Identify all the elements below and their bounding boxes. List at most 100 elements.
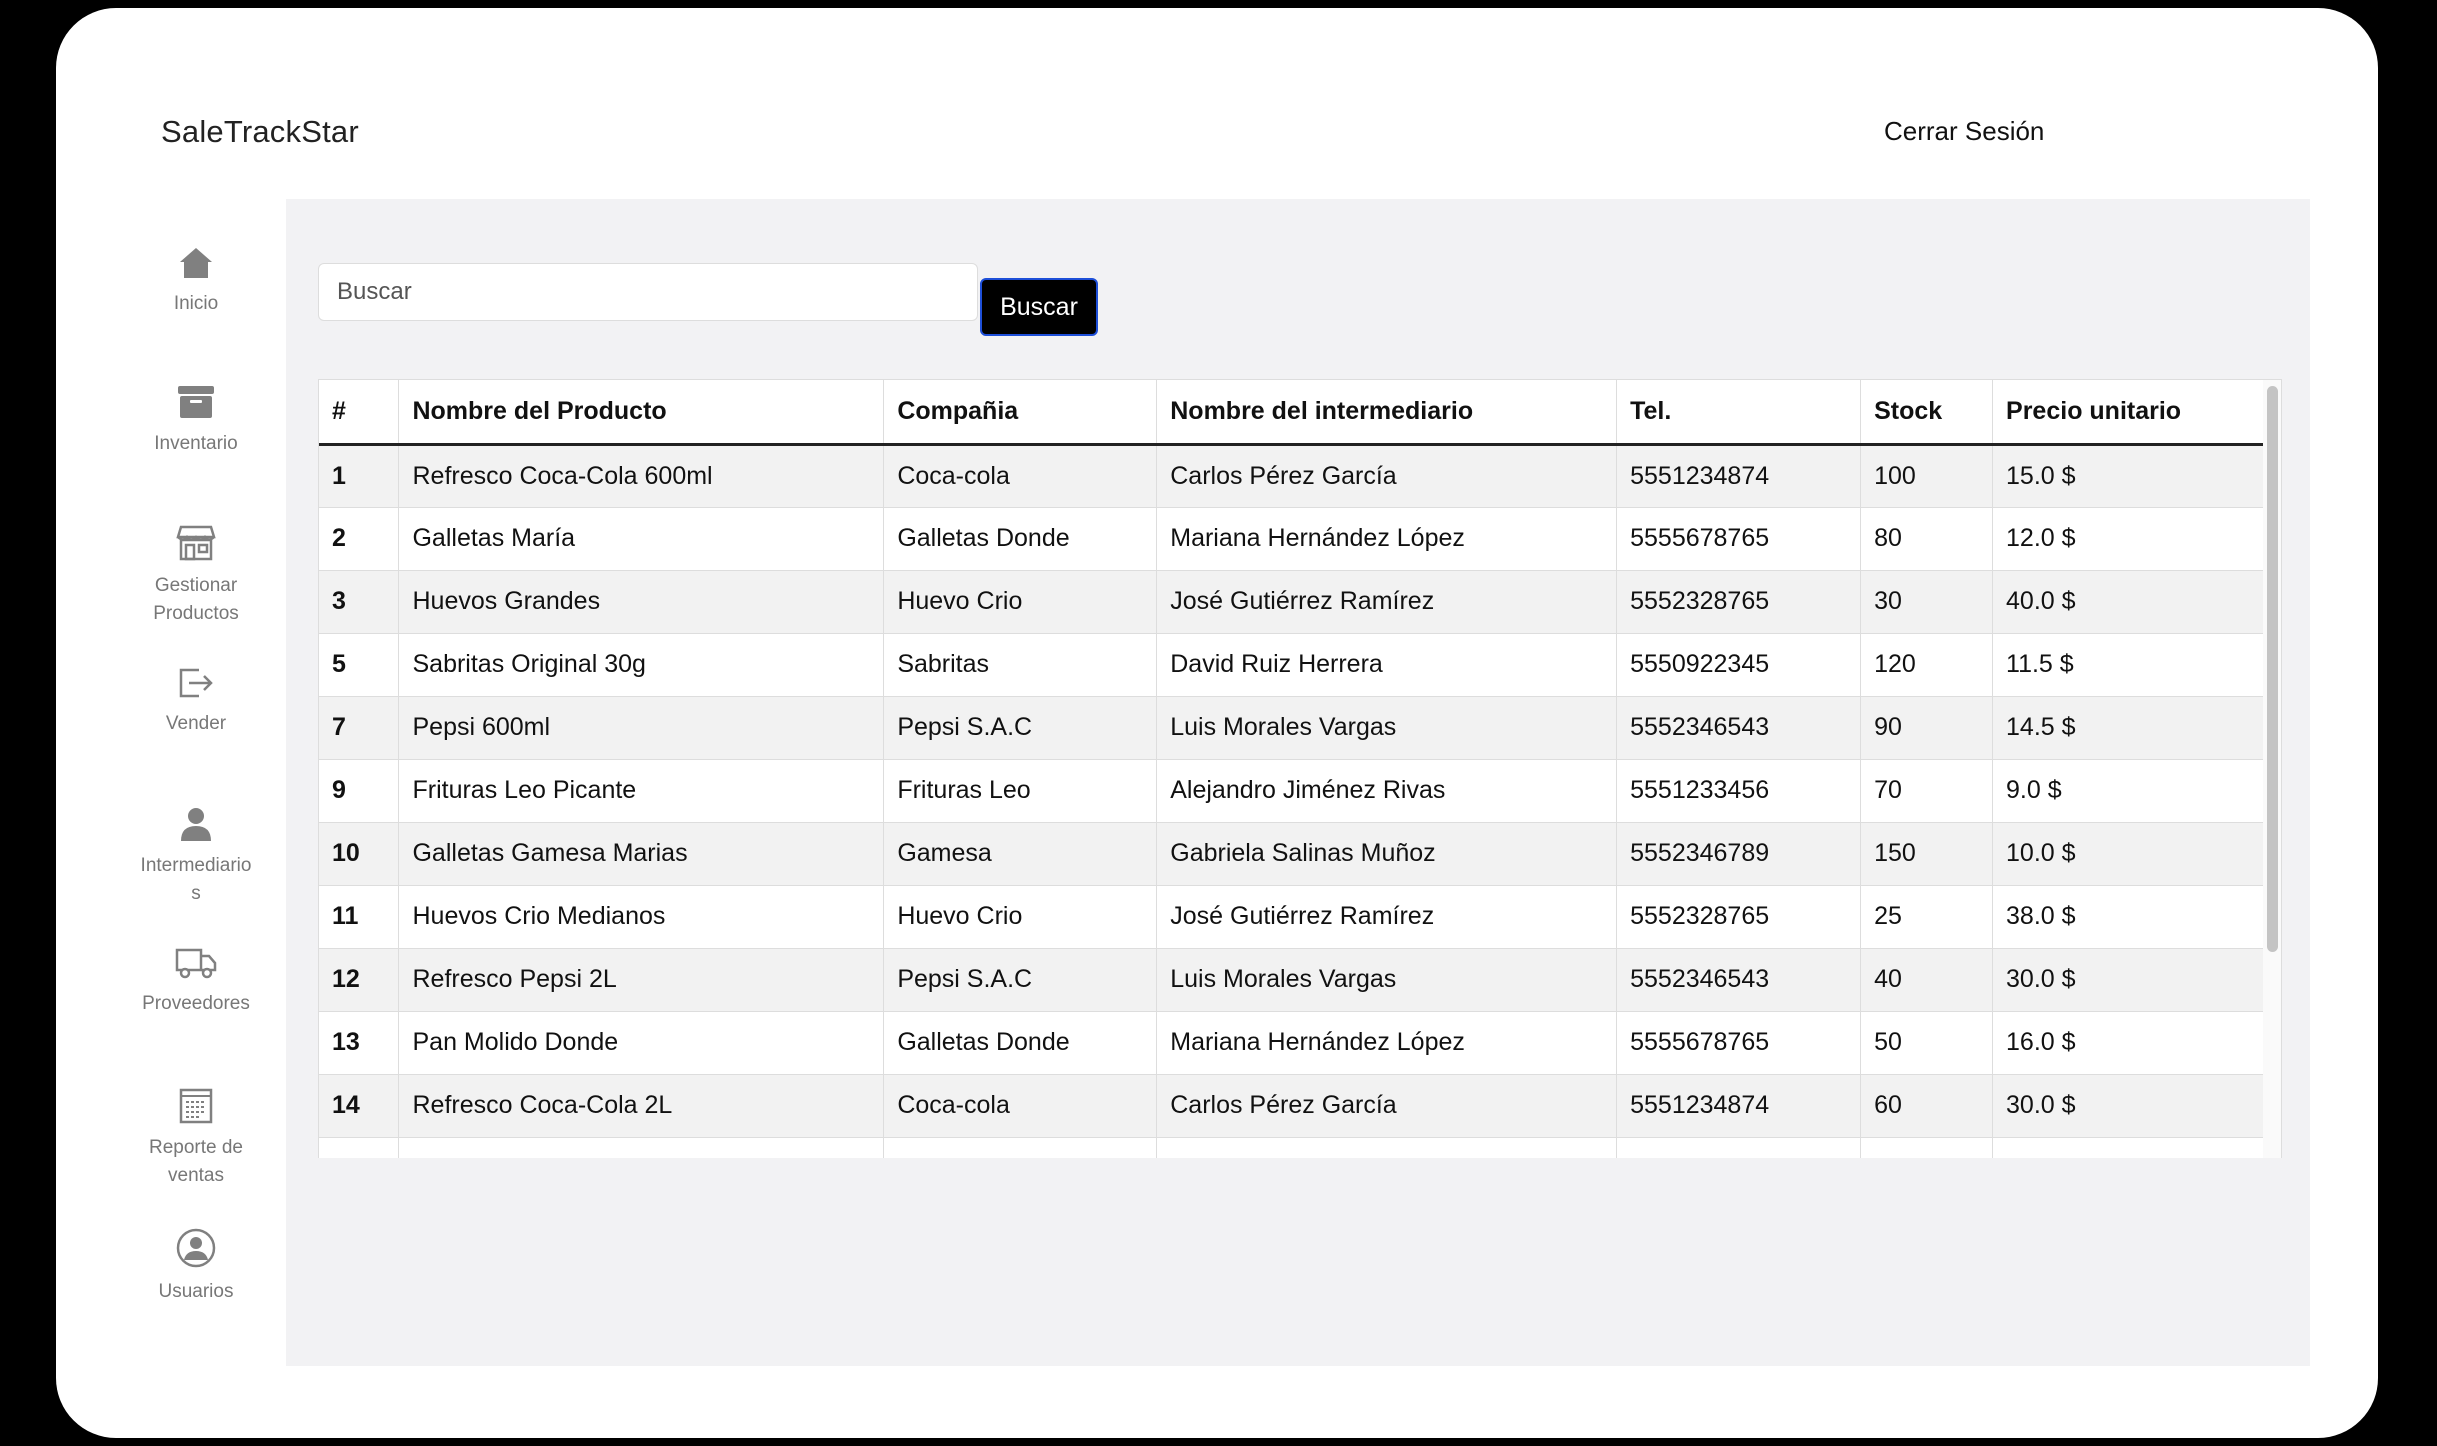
main-content: Buscar # Nombre del Producto Compañia No…: [286, 199, 2310, 1366]
cell-number: 14: [319, 1074, 400, 1138]
search-input[interactable]: [318, 263, 978, 321]
cell-empty: [398, 1137, 885, 1158]
sidebar-item-label: Proveedores: [142, 993, 250, 1014]
sidebar-item-label: Reporte de ventas: [148, 1137, 243, 1186]
cell-product-name: Huevos Grandes: [398, 570, 885, 634]
cell-product-name: Galletas María: [398, 507, 885, 571]
cell-intermediary: Mariana Hernández López: [1156, 1011, 1618, 1075]
cell-number: 7: [319, 696, 400, 760]
table-row[interactable]: 2 Galletas María Galletas Donde Mariana Her…: [319, 507, 2274, 571]
cell-unit-price: 11.5 $: [1992, 633, 2274, 697]
cell-company: Pepsi S.A.C: [883, 948, 1158, 1012]
cell-intermediary: Luis Morales Vargas: [1156, 948, 1618, 1012]
cell-product-name: Sabritas Original 30g: [398, 633, 885, 697]
cell-company: Galletas Donde: [883, 507, 1158, 571]
table-row[interactable]: 9 Frituras Leo Picante Frituras Leo Alejand…: [319, 759, 2274, 823]
scrollbar-thumb[interactable]: [2267, 386, 2278, 952]
table-row[interactable]: 5 Sabritas Original 30g Sabritas David Ruiz…: [319, 633, 2274, 697]
cell-phone: 5552328765: [1616, 570, 1862, 634]
sidebar-item-usuarios[interactable]: Usuarios: [96, 1228, 296, 1306]
table-row[interactable]: 3 Huevos Grandes Huevo Crio José Gutiérrez …: [319, 570, 2274, 634]
sidebar-item-intermediarios[interactable]: Intermediarios: [96, 806, 296, 908]
sidebar-item-proveedores[interactable]: Proveedores: [96, 946, 296, 1018]
app-brand: SaleTrackStar: [161, 114, 359, 149]
cell-intermediary: José Gutiérrez Ramírez: [1156, 885, 1618, 949]
report-icon: [179, 1088, 213, 1124]
cell-empty: [1992, 1137, 2274, 1158]
cell-stock: 150: [1860, 822, 1994, 886]
cell-company: Galletas Donde: [883, 1011, 1158, 1075]
table-row[interactable]: 13 Pan Molido Donde Galletas Donde Mariana …: [319, 1011, 2274, 1075]
cell-product-name: Huevos Crio Medianos: [398, 885, 885, 949]
cell-intermediary: Mariana Hernández López: [1156, 507, 1618, 571]
cell-number: 1: [319, 444, 400, 508]
header-product-name: Nombre del Producto: [398, 380, 885, 446]
table-row-partial: [319, 1137, 2274, 1158]
header-intermediary: Nombre del intermediario: [1156, 380, 1618, 446]
archive-icon: [178, 386, 214, 418]
cell-product-name: Frituras Leo Picante: [398, 759, 885, 823]
logout-link[interactable]: Cerrar Sesión: [1884, 116, 2044, 147]
table-row[interactable]: 14 Refresco Coca-Cola 2L Coca-cola Carlos P…: [319, 1074, 2274, 1138]
header-company: Compañia: [883, 380, 1158, 446]
cell-stock: 50: [1860, 1011, 1994, 1075]
cell-unit-price: 9.0 $: [1992, 759, 2274, 823]
cell-product-name: Pepsi 600ml: [398, 696, 885, 760]
truck-icon: [175, 948, 217, 979]
cell-unit-price: 40.0 $: [1992, 570, 2274, 634]
cell-company: Gamesa: [883, 822, 1158, 886]
cell-phone: 5552346543: [1616, 948, 1862, 1012]
products-table: # Nombre del Producto Compañia Nombre de…: [319, 380, 2274, 1158]
cell-unit-price: 12.0 $: [1992, 507, 2274, 571]
table-scrollbar[interactable]: [2263, 380, 2281, 1158]
header-stock: Stock: [1860, 380, 1994, 446]
sidebar-item-reporte-de-ventas[interactable]: Reporte de ventas: [96, 1088, 296, 1190]
cell-company: Pepsi S.A.C: [883, 696, 1158, 760]
table-header-row: # Nombre del Producto Compañia Nombre de…: [319, 380, 2274, 446]
cell-stock: 40: [1860, 948, 1994, 1012]
cell-company: Huevo Crio: [883, 570, 1158, 634]
cell-empty: [1860, 1137, 1994, 1158]
table-row[interactable]: 11 Huevos Crio Medianos Huevo Crio José Gut…: [319, 885, 2274, 949]
sidebar-item-inventario[interactable]: Inventario: [96, 384, 296, 458]
cell-unit-price: 30.0 $: [1992, 948, 2274, 1012]
cell-phone: 5551234874: [1616, 444, 1862, 508]
sidebar-item-label: Intermediarios: [140, 855, 252, 904]
cell-unit-price: 16.0 $: [1992, 1011, 2274, 1075]
sidebar-item-label: Vender: [165, 713, 227, 734]
sign-out-icon: [179, 668, 213, 698]
cell-unit-price: 10.0 $: [1992, 822, 2274, 886]
sidebar-item-inicio[interactable]: Inicio: [96, 246, 296, 318]
sidebar-item-vender[interactable]: Vender: [96, 666, 296, 738]
search-button[interactable]: Buscar: [980, 278, 1098, 336]
cell-product-name: Pan Molido Donde: [398, 1011, 885, 1075]
sidebar-item-gestionar-productos[interactable]: Gestionar Productos: [96, 524, 296, 628]
cell-phone: 5552346789: [1616, 822, 1862, 886]
sidebar-item-label: Gestionar Productos: [153, 575, 239, 624]
cell-company: Coca-cola: [883, 444, 1158, 508]
cell-empty: [1616, 1137, 1862, 1158]
cell-stock: 30: [1860, 570, 1994, 634]
cell-product-name: Refresco Coca-Cola 2L: [398, 1074, 885, 1138]
table-row[interactable]: 1 Refresco Coca-Cola 600ml Coca-cola Carlos…: [319, 444, 2274, 508]
header-unit-price: Precio unitario: [1992, 380, 2274, 446]
cell-empty: [319, 1137, 400, 1158]
cell-number: 10: [319, 822, 400, 886]
header-number: #: [319, 380, 400, 446]
cell-phone: 5552328765: [1616, 885, 1862, 949]
cell-stock: 80: [1860, 507, 1994, 571]
table-row[interactable]: 12 Refresco Pepsi 2L Pepsi S.A.C Luis Moral…: [319, 948, 2274, 1012]
table-row[interactable]: 7 Pepsi 600ml Pepsi S.A.C Luis Morales Varg…: [319, 696, 2274, 760]
cell-number: 13: [319, 1011, 400, 1075]
cell-intermediary: Carlos Pérez García: [1156, 1074, 1618, 1138]
cell-number: 11: [319, 885, 400, 949]
cell-intermediary: Carlos Pérez García: [1156, 444, 1618, 508]
cell-number: 12: [319, 948, 400, 1012]
cell-product-name: Galletas Gamesa Marias: [398, 822, 885, 886]
table-body: 1 Refresco Coca-Cola 600ml Coca-cola Carlos…: [319, 444, 2274, 1158]
cell-phone: 5551234874: [1616, 1074, 1862, 1138]
cell-number: 3: [319, 570, 400, 634]
products-table-container: # Nombre del Producto Compañia Nombre de…: [318, 379, 2282, 1158]
cell-number: 2: [319, 507, 400, 571]
table-row[interactable]: 10 Galletas Gamesa Marias Gamesa Gabriela S…: [319, 822, 2274, 886]
